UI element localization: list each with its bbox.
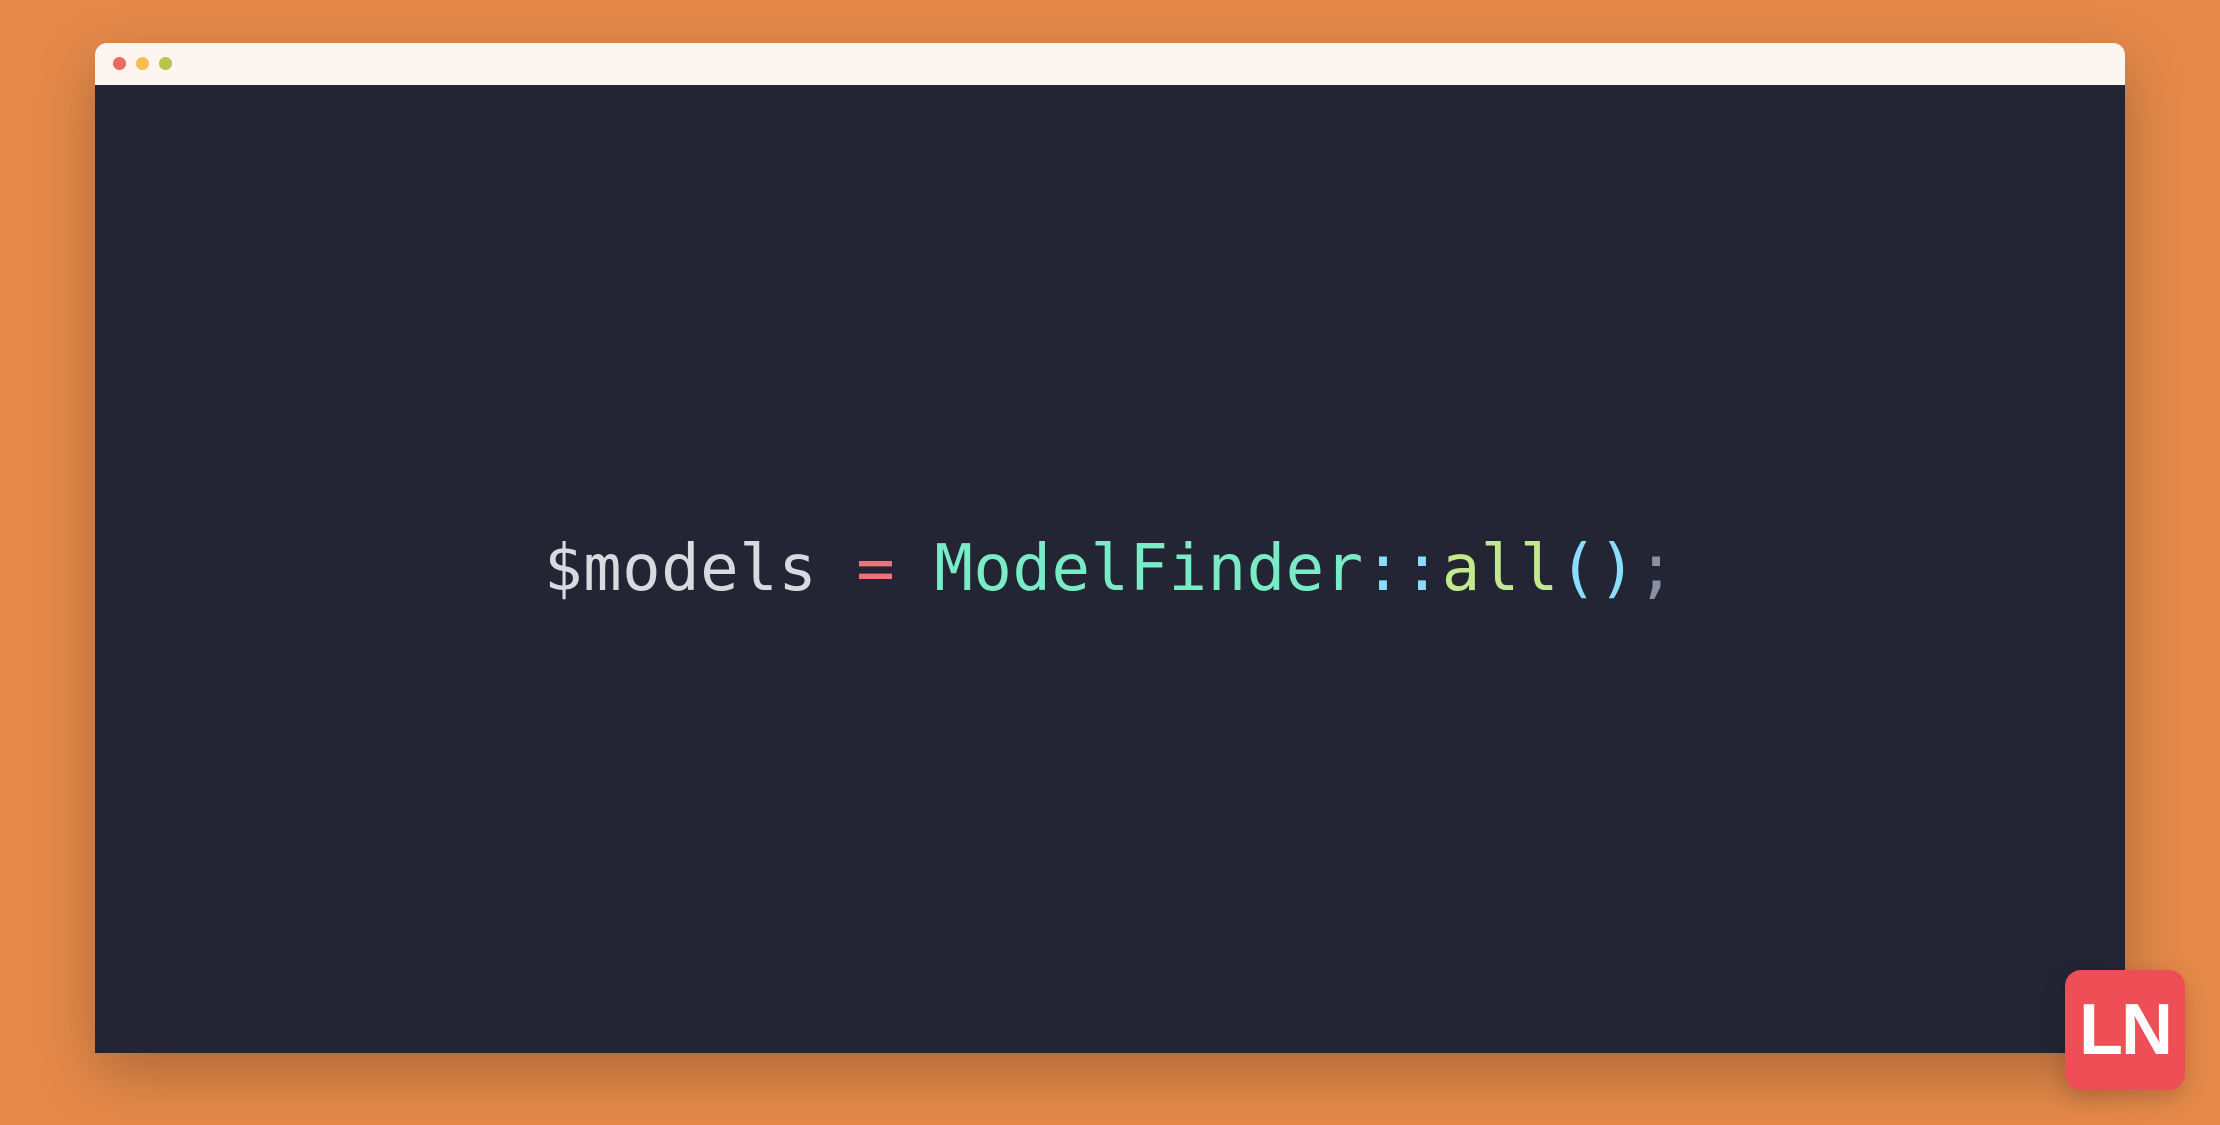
token-scope: :: <box>1364 532 1442 606</box>
token-semicolon: ; <box>1637 532 1676 606</box>
token-method: all <box>1442 532 1559 606</box>
close-icon[interactable] <box>113 57 126 70</box>
maximize-icon[interactable] <box>159 57 172 70</box>
logo-badge: LN <box>2065 970 2185 1090</box>
token-paren-close: ) <box>1598 532 1637 606</box>
code-editor: $models = ModelFinder::all(); <box>95 85 2125 1053</box>
token-class: ModelFinder <box>934 532 1363 606</box>
token-space <box>895 532 934 606</box>
minimize-icon[interactable] <box>136 57 149 70</box>
logo-text: LN <box>2079 994 2171 1066</box>
token-paren-open: ( <box>1559 532 1598 606</box>
code-line: $models = ModelFinder::all(); <box>544 532 1676 606</box>
window-titlebar <box>95 43 2125 85</box>
code-window: $models = ModelFinder::all(); <box>95 43 2125 1053</box>
token-variable: $models <box>544 532 817 606</box>
token-operator: = <box>856 532 895 606</box>
token-space <box>817 532 856 606</box>
